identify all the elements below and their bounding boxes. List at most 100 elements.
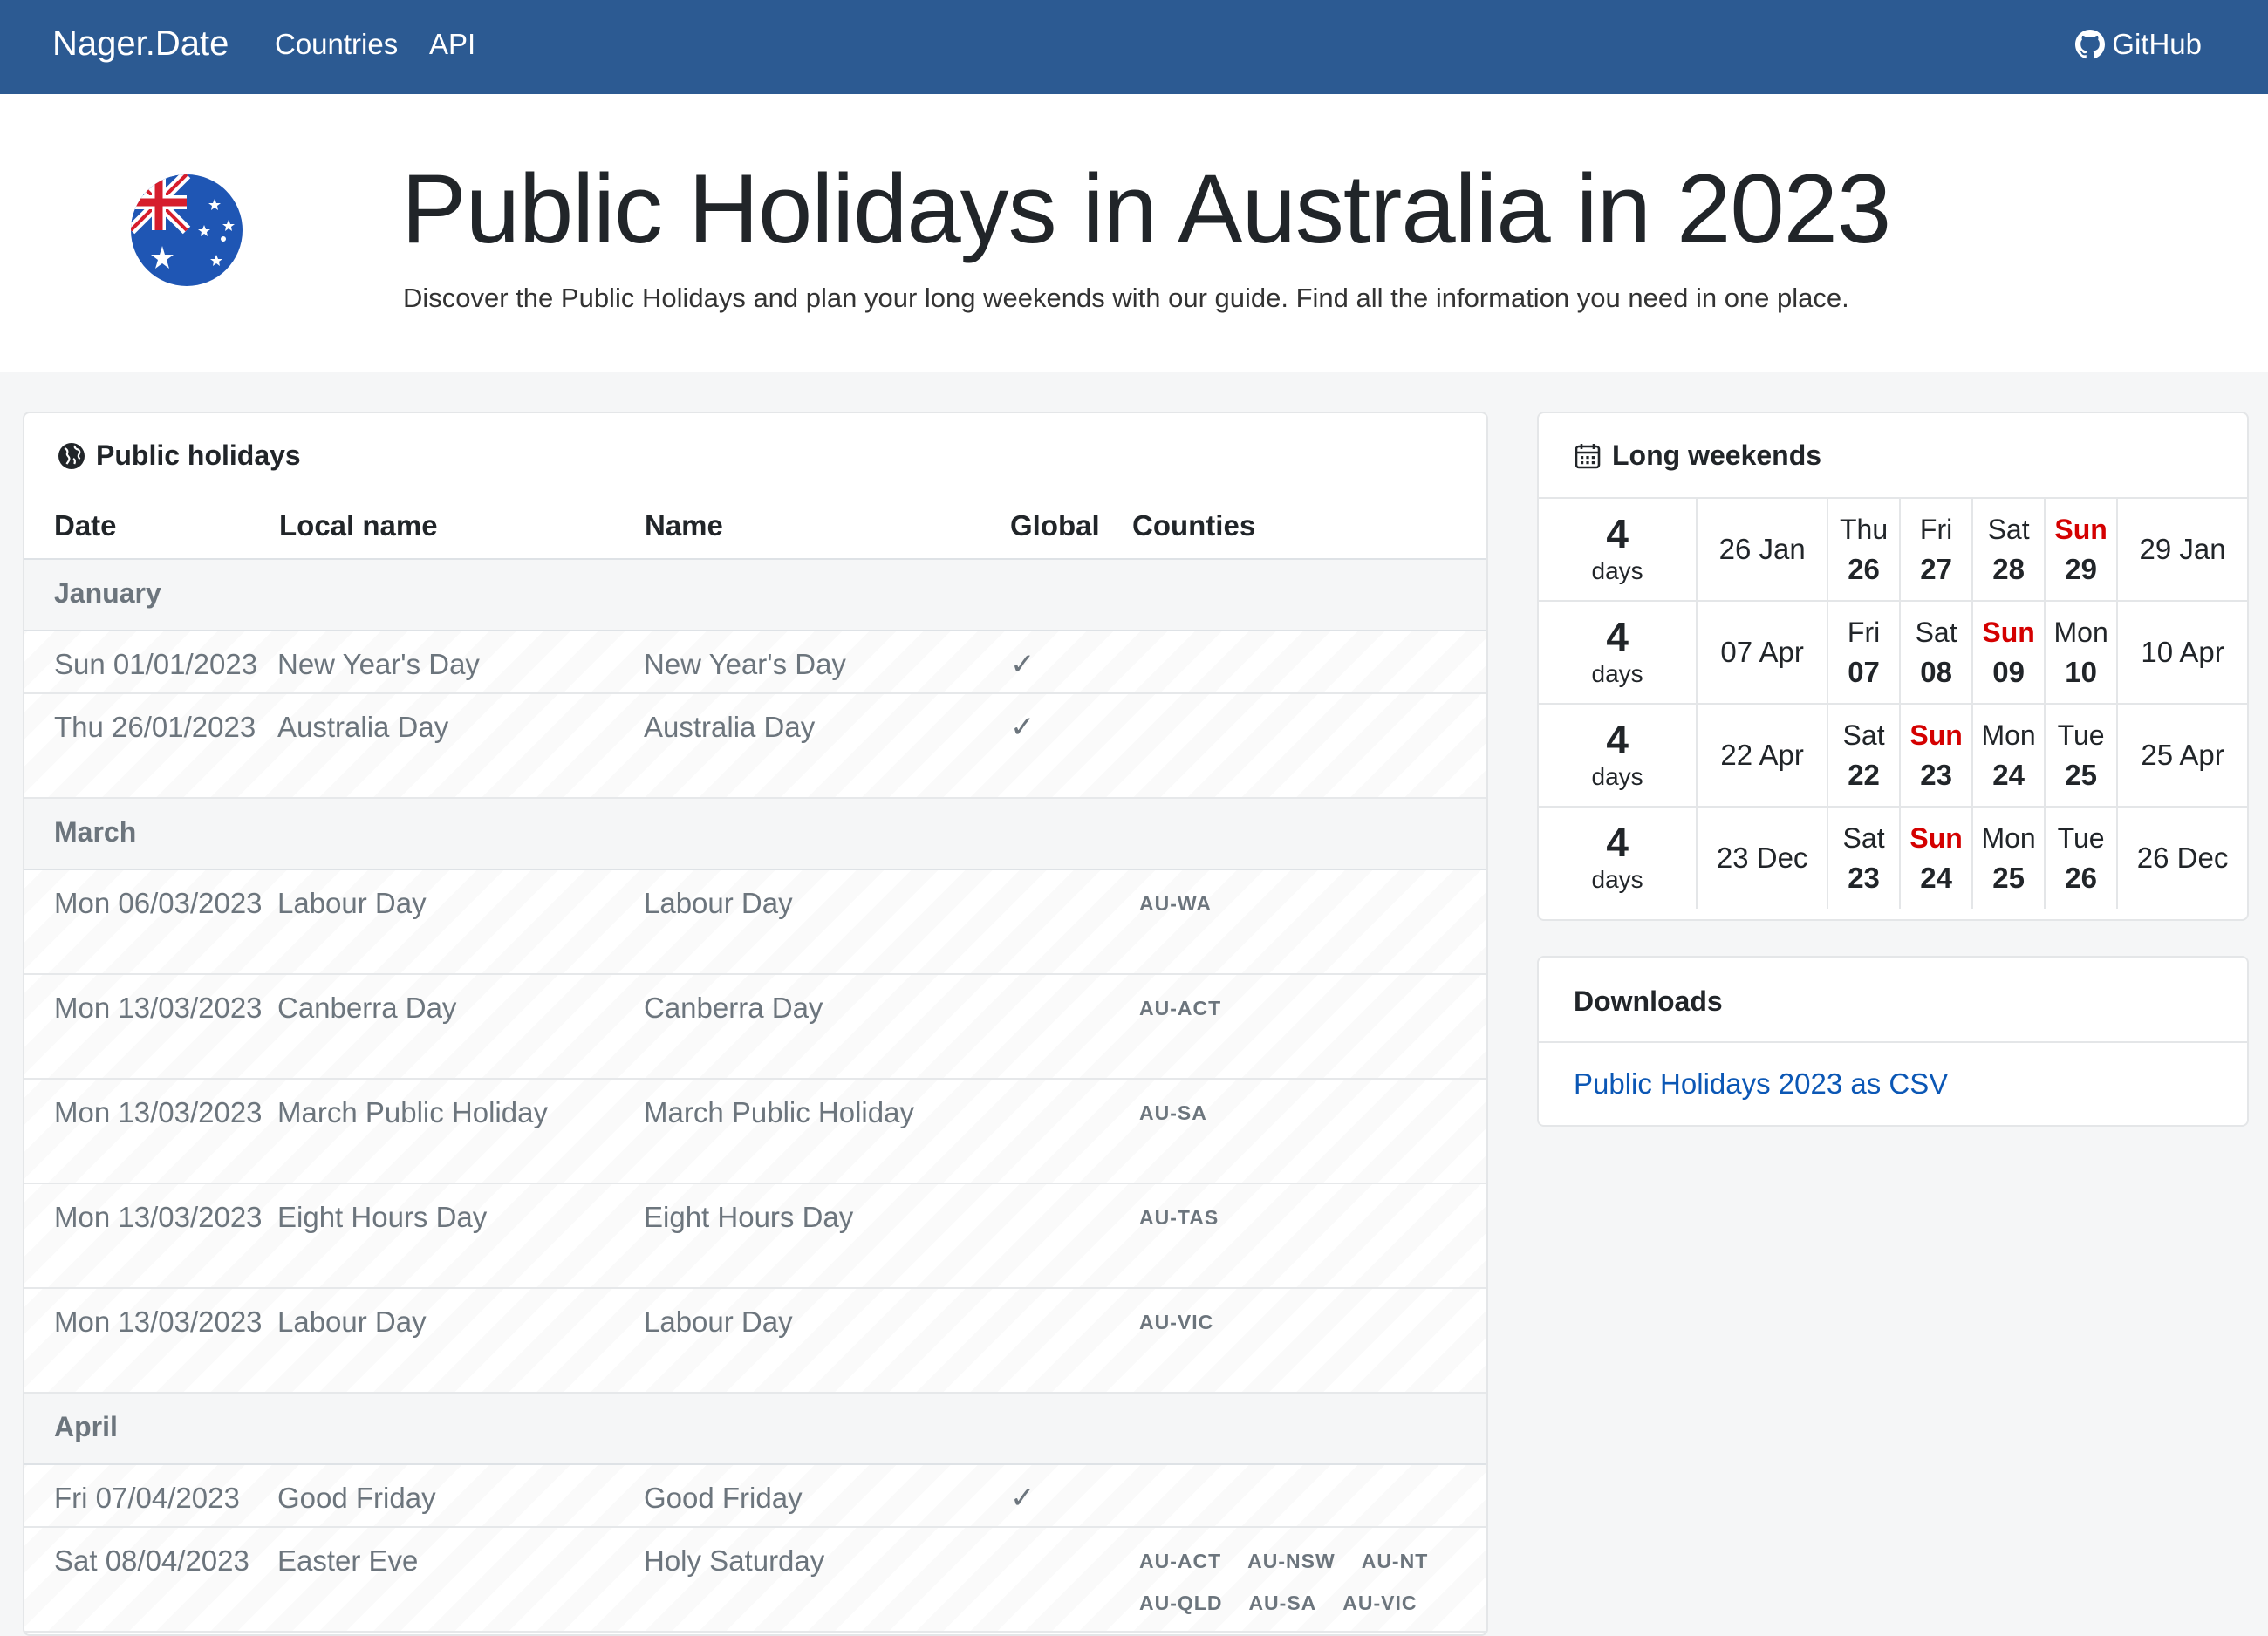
weekend-day: Tue 25 <box>2044 703 2119 808</box>
day-of-week: Mon <box>2053 617 2108 648</box>
weekend-length: 4 days <box>1539 497 1698 602</box>
long-weekends-card: Long weekends 4 days 26 Jan Thu 26 Fri 27 S… <box>1537 412 2249 921</box>
month-label: March <box>54 816 137 848</box>
column-header-local-name: Local name <box>279 509 438 542</box>
day-of-week: Fri <box>1847 617 1881 648</box>
county-badge: AU-SA <box>1248 1592 1317 1614</box>
weekend-day: Sat 08 <box>1899 600 1974 705</box>
weekend-day-unit: days <box>1591 763 1643 790</box>
column-header-counties: Counties <box>1132 509 1256 542</box>
public-holidays-heading: Public holidays <box>58 440 301 472</box>
holiday-date: Fri 07/04/2023 <box>54 1482 240 1514</box>
day-of-week: Sat <box>1842 719 1885 751</box>
weekend-day: Sat 28 <box>1971 497 2046 602</box>
county-badge: AU-VIC <box>1342 1592 1418 1614</box>
nav-countries-link[interactable]: Countries <box>275 28 398 61</box>
nav-github-link[interactable]: GitHub <box>2075 28 2202 61</box>
calendar-icon <box>1575 443 1601 468</box>
table-row: Fri 07/04/2023 Good Friday Good Friday ✓ <box>24 1465 1486 1528</box>
weekend-day-unit: days <box>1591 660 1643 687</box>
holiday-counties: AU-VIC <box>1139 1301 1471 1343</box>
downloads-divider <box>1539 1041 2247 1043</box>
long-weekend-row: 4 days 26 Jan Thu 26 Fri 27 Sat 28 Sun 29 29 … <box>1539 497 2247 602</box>
global-check-icon: ✓ <box>1010 648 1035 681</box>
weekend-day: Fri 27 <box>1899 497 1974 602</box>
page-header: Public Holidays in Australia in 2023 Dis… <box>0 94 2268 372</box>
day-number: 26 <box>1848 553 1880 585</box>
month-group-header: January <box>24 560 1486 631</box>
weekend-end-date: 29 Jan <box>2116 497 2247 602</box>
holidays-table-body: January Sun 01/01/2023 New Year's Day Ne… <box>24 560 1486 1633</box>
long-weekend-row: 4 days 22 Apr Sat 22 Sun 23 Mon 24 Tue 25 25 … <box>1539 703 2247 808</box>
holiday-name: Canberra Day <box>644 992 823 1024</box>
weekend-day: Mon 24 <box>1971 703 2046 808</box>
table-row: Mon 06/03/2023 Labour Day Labour Day AU-… <box>24 870 1486 975</box>
day-of-week: Sun <box>1909 719 1963 751</box>
county-badge: AU-ACT <box>1139 997 1222 1019</box>
holiday-name: Holy Saturday <box>644 1544 825 1577</box>
csv-download-link[interactable]: Public Holidays 2023 as CSV <box>1574 1067 1948 1101</box>
global-check-icon: ✓ <box>1010 711 1035 744</box>
weekend-day-sunday: Sun 23 <box>1899 703 1974 808</box>
weekend-day-count: 4 <box>1606 717 1629 762</box>
holiday-local-name: Labour Day <box>277 1305 427 1338</box>
day-number: 08 <box>1920 656 1952 688</box>
county-badge: AU-SA <box>1139 1101 1207 1124</box>
day-number: 25 <box>1992 862 2025 894</box>
month-group-header: March <box>24 799 1486 870</box>
weekend-length: 4 days <box>1539 703 1698 808</box>
top-navbar: Nager.Date Countries API GitHub <box>0 0 2268 94</box>
day-of-week: Sun <box>1909 822 1963 854</box>
county-badge: AU-WA <box>1139 892 1212 915</box>
day-number: 09 <box>1992 656 2025 688</box>
weekend-day-unit: days <box>1591 557 1643 584</box>
weekend-start-date: 22 Apr <box>1696 703 1829 808</box>
day-number: 24 <box>1920 862 1952 894</box>
long-weekends-table: 4 days 26 Jan Thu 26 Fri 27 Sat 28 Sun 29 29 … <box>1539 497 2247 909</box>
day-number: 22 <box>1848 759 1880 791</box>
holiday-local-name: Australia Day <box>277 711 449 743</box>
day-of-week: Sun <box>2054 514 2107 545</box>
holiday-name: New Year's Day <box>644 648 846 680</box>
downloads-title: Downloads <box>1574 985 1723 1017</box>
nav-api-link[interactable]: API <box>429 28 475 61</box>
day-number: 28 <box>1992 553 2025 585</box>
day-of-week: Fri <box>1919 514 1953 545</box>
day-of-week: Sat <box>1915 617 1957 648</box>
holiday-name: Eight Hours Day <box>644 1201 854 1233</box>
weekend-day: Sat 22 <box>1827 703 1902 808</box>
long-weekend-row: 4 days 07 Apr Fri 07 Sat 08 Sun 09 Mon 10 10 … <box>1539 600 2247 705</box>
day-number: 24 <box>1992 759 2025 791</box>
holiday-date: Mon 13/03/2023 <box>54 1201 263 1233</box>
holiday-date: Mon 06/03/2023 <box>54 887 263 919</box>
weekend-end-date: 10 Apr <box>2116 600 2247 705</box>
holiday-counties: AU-ACT AU-NSW AU-NT AU-QLD AU-SA AU-VIC <box>1139 1540 1471 1624</box>
long-weekends-heading: Long weekends <box>1574 440 1821 472</box>
long-weekends-title: Long weekends <box>1612 440 1822 471</box>
day-of-week: Mon <box>1981 822 2036 854</box>
holiday-local-name: Easter Eve <box>277 1544 419 1577</box>
brand-logo-link[interactable]: Nager.Date <box>52 24 229 64</box>
weekend-day: Mon 25 <box>1971 806 2046 909</box>
holiday-date: Thu 26/01/2023 <box>54 711 256 743</box>
weekend-day-count: 4 <box>1606 820 1629 865</box>
weekend-day: Thu 26 <box>1827 497 1902 602</box>
column-header-name: Name <box>645 509 723 542</box>
holiday-date: Mon 13/03/2023 <box>54 1096 263 1128</box>
weekend-length: 4 days <box>1539 806 1698 909</box>
day-number: 23 <box>1848 862 1880 894</box>
month-group-header: April <box>24 1394 1486 1465</box>
day-of-week: Sun <box>1982 617 2035 648</box>
table-row: Sun 01/01/2023 New Year's Day New Year's… <box>24 631 1486 694</box>
column-header-date: Date <box>54 509 117 542</box>
holiday-date: Sun 01/01/2023 <box>54 648 258 680</box>
table-row: Mon 13/03/2023 Eight Hours Day Eight Hou… <box>24 1184 1486 1289</box>
day-of-week: Mon <box>1981 719 2036 751</box>
county-badge: AU-ACT <box>1139 1550 1222 1572</box>
weekend-end-date: 26 Dec <box>2116 806 2247 909</box>
weekend-day-sunday: Sun 24 <box>1899 806 1974 909</box>
holiday-local-name: Canberra Day <box>277 992 457 1024</box>
weekend-day-sunday: Sun 29 <box>2044 497 2119 602</box>
county-badge: AU-QLD <box>1139 1592 1223 1614</box>
month-label: April <box>54 1411 118 1442</box>
